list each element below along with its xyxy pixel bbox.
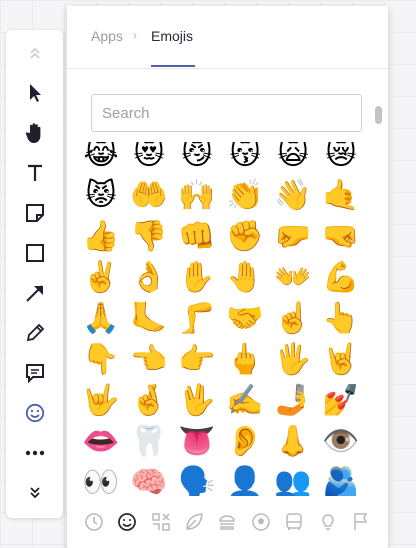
emoji-cell[interactable]: 👁️	[317, 421, 365, 462]
emoji-cell[interactable]: 🤛	[269, 216, 317, 257]
nature-leaf-icon[interactable]	[182, 510, 206, 534]
emoji-cell[interactable]: ✍️	[221, 380, 269, 421]
emoji-cell[interactable]: 🤲	[125, 175, 173, 216]
emoji-cell[interactable]: 👇	[77, 339, 125, 380]
emoji-cell[interactable]: 🦶	[125, 298, 173, 339]
emoji-cell[interactable]: 👥	[269, 462, 317, 496]
emoji-cell[interactable]: 👐	[269, 257, 317, 298]
recent-clock-icon[interactable]	[82, 510, 106, 534]
comment-icon[interactable]	[6, 356, 63, 390]
emoji-cell[interactable]: ✊	[221, 216, 269, 257]
emoji-cell[interactable]: 😾	[77, 175, 125, 216]
emoji-cell[interactable]: 🗣️	[173, 462, 221, 496]
emoji-cell[interactable]: 👉	[173, 339, 221, 380]
emoji-grid: 😹 😻 😼 😽 🙀 😿 😾 🤲 🙌 👏 👋 🤙 👍 👎 👊 ✊ 🤛 🤜 ✌️ 👌 ✋ 🤚 👐 💪 🙏 🦶 🦵 🤝 ☝️ 👆 👇 👈 👉 🖕 🖐️ 🤘 🤟…	[77, 142, 365, 496]
emoji-cell[interactable]: 🦷	[125, 421, 173, 462]
emoji-cell[interactable]: 🖐️	[269, 339, 317, 380]
emoji-cell[interactable]: 🤜	[317, 216, 365, 257]
emoji-cell[interactable]: 👊	[173, 216, 221, 257]
flags-icon[interactable]	[349, 510, 373, 534]
hand-pan-icon[interactable]	[6, 116, 63, 150]
breadcrumb-separator: ›	[133, 28, 137, 42]
emoji-cell[interactable]: ✌️	[77, 257, 125, 298]
emoji-cell[interactable]: 😻	[125, 142, 173, 175]
emoji-cell[interactable]: 👍	[77, 216, 125, 257]
emoji-cell[interactable]: 🖖	[173, 380, 221, 421]
tab-emojis[interactable]: Emojis	[151, 28, 193, 44]
emoji-cell[interactable]: 🙏	[77, 298, 125, 339]
collapse-up-icon[interactable]	[6, 36, 63, 70]
emoji-picker-panel: Apps › Emojis 😹😻😼😽🙀😿 😾🤲🙌👏👋🤙 👍👎👊✊🤛🤜 ✌️👌✋🤚👐💪 🙏…	[67, 6, 388, 548]
emoji-cell[interactable]: 👄	[77, 421, 125, 462]
emoji-cell[interactable]: 👎	[125, 216, 173, 257]
symbols-icon[interactable]	[149, 510, 173, 534]
emoji-cell[interactable]: 💅	[317, 380, 365, 421]
emoji-cell[interactable]: 👀	[77, 462, 125, 496]
emoji-cell[interactable]: 🧠	[125, 462, 173, 496]
emoji-cell[interactable]: 👌	[125, 257, 173, 298]
emoji-cell[interactable]: 👏	[221, 175, 269, 216]
emoji-cell[interactable]: 🤘	[317, 339, 365, 380]
emoji-cell[interactable]: 👆	[317, 298, 365, 339]
arrow-line-icon[interactable]	[6, 276, 63, 310]
scrollbar-thumb[interactable]	[375, 106, 382, 124]
emoji-cell[interactable]: 🙌	[173, 175, 221, 216]
emoji-cell[interactable]: 🖕	[221, 339, 269, 380]
travel-bus-icon[interactable]	[282, 510, 306, 534]
select-pointer-icon[interactable]	[6, 76, 63, 110]
tab-apps[interactable]: Apps	[91, 28, 123, 44]
emoji-cell[interactable]: 😼	[173, 142, 221, 175]
sticky-note-icon[interactable]	[6, 196, 63, 230]
emoji-cell[interactable]: 🤞	[125, 380, 173, 421]
emoji-cell[interactable]: 🤚	[221, 257, 269, 298]
emoji-cell[interactable]: 🤙	[317, 175, 365, 216]
emoji-cell[interactable]: 🫂	[317, 462, 365, 496]
objects-bulb-icon[interactable]	[316, 510, 340, 534]
pencil-icon[interactable]	[6, 316, 63, 350]
emoji-category-bar	[67, 504, 388, 540]
emoji-cell[interactable]: 👃	[269, 421, 317, 462]
more-icon[interactable]	[6, 436, 63, 470]
text-icon[interactable]	[6, 156, 63, 190]
breadcrumb: Apps › Emojis	[67, 6, 388, 69]
tool-sidebar	[6, 30, 63, 518]
active-tab-indicator	[151, 65, 195, 67]
emoji-cell[interactable]: 🙀	[269, 142, 317, 175]
food-icon[interactable]	[215, 510, 239, 534]
emoji-cell[interactable]: 😿	[317, 142, 365, 175]
activity-ball-icon[interactable]	[249, 510, 273, 534]
rectangle-shape-icon[interactable]	[6, 236, 63, 270]
collapse-down-icon[interactable]	[6, 476, 63, 510]
emoji-icon[interactable]	[6, 396, 63, 430]
emoji-cell[interactable]: 🤝	[221, 298, 269, 339]
emoji-cell[interactable]: 👂	[221, 421, 269, 462]
emoji-cell[interactable]: 😽	[221, 142, 269, 175]
search-input[interactable]	[91, 94, 362, 132]
emoji-cell[interactable]: 👈	[125, 339, 173, 380]
emoji-grid-viewport: 😹 😻 😼 😽 🙀 😿 😾 🤲 🙌 👏 👋 🤙 👍 👎 👊 ✊ 🤛 🤜 ✌️ 👌 ✋ 🤚 👐 💪 🙏 🦶 🦵 🤝 ☝️ 👆 👇 👈 👉 🖕 🖐️ 🤘 🤟…	[77, 142, 372, 496]
emoji-cell[interactable]: 👋	[269, 175, 317, 216]
emoji-cell[interactable]: 👤	[221, 462, 269, 496]
emoji-cell[interactable]: 🦵	[173, 298, 221, 339]
emoji-cell[interactable]: 😹	[77, 142, 125, 175]
smileys-icon[interactable]	[115, 510, 139, 534]
emoji-cell[interactable]: 🤟	[77, 380, 125, 421]
emoji-cell[interactable]: ☝️	[269, 298, 317, 339]
emoji-cell[interactable]: 💪	[317, 257, 365, 298]
emoji-cell[interactable]: ✋	[173, 257, 221, 298]
emoji-cell[interactable]: 👅	[173, 421, 221, 462]
emoji-cell[interactable]: 🤳	[269, 380, 317, 421]
